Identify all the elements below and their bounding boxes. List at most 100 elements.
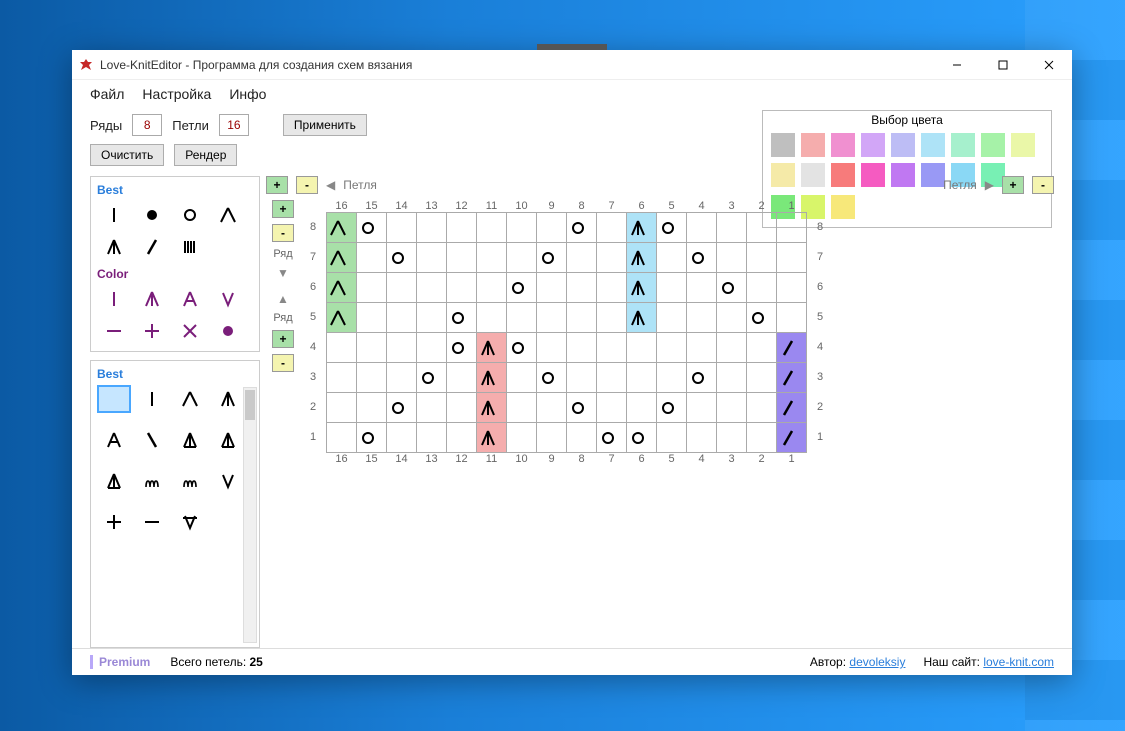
grid-cell[interactable] <box>447 273 477 303</box>
grid-cell[interactable] <box>657 273 687 303</box>
grid-cell[interactable] <box>597 243 627 273</box>
grid-cell[interactable] <box>387 273 417 303</box>
grid-cell[interactable] <box>507 423 537 453</box>
grid-cell[interactable] <box>327 213 357 243</box>
grid-cell[interactable] <box>537 273 567 303</box>
grid-cell[interactable] <box>627 303 657 333</box>
stitch-a2[interactable] <box>211 201 245 229</box>
grid-cell[interactable] <box>747 333 777 363</box>
author-link[interactable]: devoleksiy <box>849 655 905 669</box>
row-bottom-minus[interactable]: - <box>272 354 294 372</box>
grid-cell[interactable] <box>507 243 537 273</box>
grid-cell[interactable] <box>327 423 357 453</box>
grid-cell[interactable] <box>717 273 747 303</box>
grid-cell[interactable] <box>327 393 357 423</box>
grid-cell[interactable] <box>357 213 387 243</box>
grid-cell[interactable] <box>357 303 387 333</box>
grid-cell[interactable] <box>597 303 627 333</box>
stitch-ext-0[interactable] <box>97 385 131 413</box>
grid-cell[interactable] <box>717 423 747 453</box>
grid-cell[interactable] <box>567 363 597 393</box>
color-swatch[interactable] <box>801 133 825 157</box>
grid-cell[interactable] <box>567 213 597 243</box>
stitch-ext-9[interactable] <box>135 467 169 495</box>
grid-cell[interactable] <box>387 423 417 453</box>
clear-button[interactable]: Очистить <box>90 144 164 166</box>
grid-cell[interactable] <box>477 393 507 423</box>
grid-cell[interactable] <box>777 273 807 303</box>
grid-cell[interactable] <box>657 333 687 363</box>
grid-cell[interactable] <box>387 393 417 423</box>
grid-cell[interactable] <box>597 333 627 363</box>
maximize-button[interactable] <box>980 50 1026 80</box>
apply-button[interactable]: Применить <box>283 114 367 136</box>
row-top-plus[interactable]: + <box>272 200 294 218</box>
grid-cell[interactable] <box>597 273 627 303</box>
grid-cell[interactable] <box>537 213 567 243</box>
grid-cell[interactable] <box>417 333 447 363</box>
grid-cell[interactable] <box>327 303 357 333</box>
grid-cell[interactable] <box>657 303 687 333</box>
grid-cell[interactable] <box>687 273 717 303</box>
grid-cell[interactable] <box>417 423 447 453</box>
grid-cell[interactable] <box>537 243 567 273</box>
grid-cell[interactable] <box>777 423 807 453</box>
grid-cell[interactable] <box>447 423 477 453</box>
grid-cell[interactable] <box>597 393 627 423</box>
stitch-color-at[interactable] <box>173 285 207 313</box>
rows-input[interactable] <box>132 114 162 136</box>
grid-cell[interactable] <box>447 393 477 423</box>
grid-cell[interactable] <box>387 243 417 273</box>
grid-cell[interactable] <box>627 213 657 243</box>
stitch-ext-14[interactable] <box>173 508 207 536</box>
loop-right-plus[interactable]: + <box>1002 176 1024 194</box>
grid-cell[interactable] <box>567 393 597 423</box>
row-top-minus[interactable]: - <box>272 224 294 242</box>
grid-cell[interactable] <box>417 213 447 243</box>
grid-cell[interactable] <box>417 243 447 273</box>
grid-cell[interactable] <box>477 243 507 273</box>
grid-cell[interactable] <box>507 393 537 423</box>
grid-cell[interactable] <box>567 333 597 363</box>
grid-cell[interactable] <box>507 363 537 393</box>
grid-cell[interactable] <box>717 243 747 273</box>
grid-cell[interactable] <box>567 273 597 303</box>
grid-cell[interactable] <box>357 243 387 273</box>
loop-left-plus[interactable]: + <box>266 176 288 194</box>
grid-cell[interactable] <box>627 333 657 363</box>
grid-cell[interactable] <box>777 333 807 363</box>
color-swatch[interactable] <box>981 133 1005 157</box>
grid-cell[interactable] <box>627 273 657 303</box>
grid-cell[interactable] <box>507 213 537 243</box>
grid-cell[interactable] <box>537 333 567 363</box>
grid-cell[interactable] <box>507 303 537 333</box>
stitch-dot[interactable] <box>135 201 169 229</box>
grid-cell[interactable] <box>357 393 387 423</box>
grid-cell[interactable] <box>537 303 567 333</box>
grid-cell[interactable] <box>777 213 807 243</box>
grid-cell[interactable] <box>717 213 747 243</box>
menu-info[interactable]: Инфо <box>229 86 266 102</box>
close-button[interactable] <box>1026 50 1072 80</box>
grid-cell[interactable] <box>597 213 627 243</box>
color-swatch[interactable] <box>861 133 885 157</box>
grid-cell[interactable] <box>597 423 627 453</box>
grid-cell[interactable] <box>597 363 627 393</box>
grid-cell[interactable] <box>537 363 567 393</box>
grid-cell[interactable] <box>357 273 387 303</box>
grid-cell[interactable] <box>747 273 777 303</box>
grid-cell[interactable] <box>537 393 567 423</box>
stitch-o[interactable] <box>173 201 207 229</box>
grid-cell[interactable] <box>327 363 357 393</box>
stitch-ext-10[interactable] <box>173 467 207 495</box>
color-swatch[interactable] <box>831 133 855 157</box>
grid-cell[interactable] <box>387 303 417 333</box>
stitch-ext-13[interactable] <box>135 508 169 536</box>
grid-cell[interactable] <box>657 243 687 273</box>
grid-cell[interactable] <box>687 363 717 393</box>
stitch-color-a1[interactable] <box>135 285 169 313</box>
grid-cell[interactable] <box>357 333 387 363</box>
grid-cell[interactable] <box>417 303 447 333</box>
row-bottom-plus[interactable]: + <box>272 330 294 348</box>
grid-cell[interactable] <box>687 333 717 363</box>
